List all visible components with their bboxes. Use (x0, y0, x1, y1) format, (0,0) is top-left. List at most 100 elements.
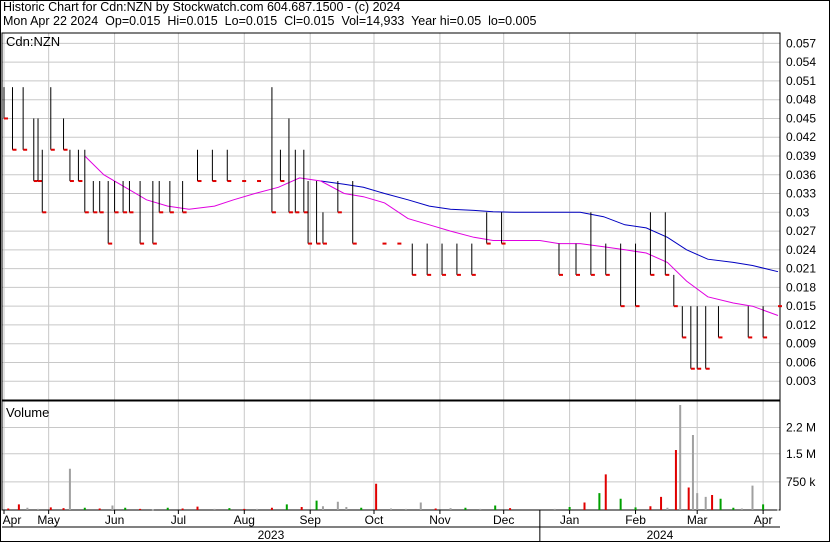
volume-bar (479, 508, 482, 510)
x-tick-label: Sep (300, 513, 322, 527)
volume-bar (83, 507, 86, 510)
volume-bar (679, 405, 682, 510)
volume-bar (181, 508, 184, 510)
price-tick-label: 0.042 (786, 130, 816, 144)
price-tick-label: 0.057 (786, 36, 816, 50)
volume-tick-label: 1.5 M (786, 447, 816, 461)
price-tick-label: 0.054 (786, 55, 816, 69)
volume-bar (243, 508, 246, 510)
price-tick-label: 0.006 (786, 355, 816, 369)
x-tick-label: Dec (493, 513, 514, 527)
volume-bar (213, 508, 216, 510)
volume-bar (345, 507, 348, 510)
volume-bar (124, 507, 127, 510)
volume-bar (139, 508, 142, 510)
price-tick-label: 0.018 (786, 280, 816, 294)
volume-bar (62, 508, 65, 510)
volume-bar (568, 507, 571, 510)
volume-bar (404, 508, 407, 510)
volume-title: Volume (6, 405, 49, 420)
x-tick-label: Jun (105, 513, 124, 527)
price-tick-label: 0.03 (786, 205, 810, 219)
price-tick-label: 0.039 (786, 149, 816, 163)
volume-bar (26, 507, 29, 510)
x-tick-label: Nov (429, 513, 450, 527)
volume-bar (777, 509, 779, 511)
x-tick-label: Feb (625, 513, 646, 527)
volume-bar (315, 500, 318, 510)
volume-bar (151, 509, 154, 511)
volume-bar (719, 498, 722, 510)
volume-bar (270, 507, 273, 510)
x-tick-label: Apr (3, 513, 22, 527)
year-label-2024: 2024 (647, 528, 674, 542)
volume-bar (111, 505, 114, 510)
price-tick-label: 0.012 (786, 318, 816, 332)
volume-bar (449, 508, 452, 510)
volume-bar (256, 508, 259, 510)
volume-bar (17, 504, 20, 510)
price-tick-label: 0.009 (786, 337, 816, 351)
volume-bar (704, 496, 707, 510)
price-tick-label: 0.048 (786, 93, 816, 107)
volume-bar (649, 506, 652, 510)
volume-bar (762, 504, 765, 510)
volume-bar (390, 508, 392, 510)
volume-bar (336, 501, 339, 510)
volume-bar (598, 493, 601, 510)
volume-panel-frame (1, 400, 781, 511)
volume-bar (321, 506, 324, 510)
volume-bar (660, 496, 663, 510)
volume-bar (7, 508, 10, 510)
volume-bar (49, 507, 52, 510)
outer-frame (0, 0, 830, 542)
price-tick-label: 0.015 (786, 299, 816, 313)
volume-bar (711, 495, 714, 510)
price-tick-label: 0.024 (786, 243, 816, 257)
price-panel-frame (1, 32, 781, 401)
x-tick-label: Jul (171, 513, 186, 527)
volume-tick-label: 750 k (786, 475, 816, 489)
volume-bar (740, 508, 743, 510)
symbol-label: Cdn:NZN (6, 34, 60, 49)
x-tick-label: Oct (365, 513, 384, 527)
volume-bar (583, 502, 586, 510)
chart-stage: Historic Chart for Cdn:NZN by Stockwatch… (0, 0, 830, 543)
stock-chart: 0.057 0.054 0.051 0.048 0.045 0.042 0.039 0.036… (0, 0, 830, 542)
year-label-2023: 2023 (258, 528, 285, 542)
volume-bar (375, 483, 378, 510)
x-tick-label: Aug (234, 513, 255, 527)
moving-average-long (320, 180, 779, 273)
volume-bar (553, 508, 556, 510)
volume-bar (619, 498, 622, 510)
volume-bar (604, 474, 607, 510)
volume-bar (464, 507, 467, 510)
volume-tick-label: 2.2 M (786, 421, 816, 435)
volume-bar (691, 435, 694, 510)
volume-bar (419, 502, 422, 510)
volume-bar (98, 508, 101, 510)
volume-bar (228, 508, 231, 510)
volume-bar (285, 504, 288, 510)
volume-bar (494, 505, 497, 510)
volume-bar (634, 507, 637, 510)
volume-bar (674, 450, 677, 510)
volume-bar (751, 485, 754, 510)
x-tick-label: Mar (687, 513, 708, 527)
price-tick-label: 0.033 (786, 187, 816, 201)
volume-bar (166, 507, 169, 510)
price-tick-label: 0.021 (786, 262, 816, 276)
volume-bar (196, 506, 199, 510)
volume-bar (696, 493, 699, 510)
price-tick-label: 0.051 (786, 74, 816, 88)
volume-bar (300, 507, 303, 510)
price-tick-label: 0.036 (786, 168, 816, 182)
x-tick-label: Apr (754, 513, 773, 527)
x-tick-label: May (37, 513, 60, 527)
x-tick-label: Jan (560, 513, 579, 527)
price-tick-label: 0.045 (786, 111, 816, 125)
price-tick-label: 0.027 (786, 224, 816, 238)
volume-bar (360, 507, 363, 510)
volume-bar (732, 507, 735, 510)
volume-bar (68, 468, 71, 510)
